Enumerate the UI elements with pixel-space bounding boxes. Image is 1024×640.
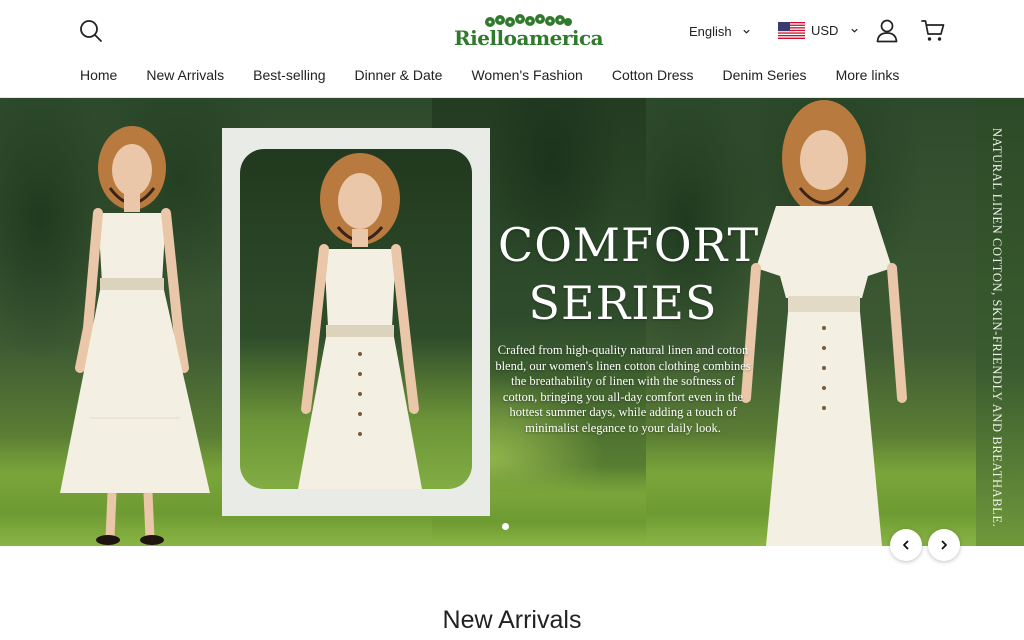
currency-selector[interactable]: USD (778, 22, 859, 39)
language-label: English (689, 24, 732, 39)
hero-description: Crafted from high-quality natural linen … (495, 343, 751, 435)
hero-side-text: NATURAL LINEN COTTON, SKIN-FRIENDLY AND … (990, 128, 1004, 528)
cart-button[interactable] (920, 18, 946, 44)
hero-frame (222, 128, 490, 516)
model-figure-right (741, 100, 907, 546)
nav-item-womens-fashion[interactable]: Women's Fashion (471, 67, 582, 83)
search-button[interactable] (78, 18, 104, 44)
currency-label: USD (811, 23, 839, 38)
logo[interactable]: Rielloamerica (452, 12, 604, 52)
hero-banner[interactable]: COMFORT SERIES Crafted from high-quality… (0, 98, 1024, 546)
model-figure-center (298, 153, 422, 489)
carousel-next-button[interactable] (928, 529, 960, 561)
chevron-left-icon (903, 540, 909, 550)
nav-item-more-links[interactable]: More links (836, 67, 900, 83)
cart-icon (921, 20, 945, 41)
us-flag-icon (778, 22, 805, 39)
carousel-prev-button[interactable] (890, 529, 922, 561)
language-selector[interactable]: English (689, 24, 751, 39)
hero-frame-photo (240, 149, 472, 489)
carousel-dot[interactable] (502, 523, 509, 530)
nav-item-home[interactable]: Home (80, 67, 117, 83)
site-header: Rielloamerica English USD Home New Arriv… (0, 0, 1024, 98)
hero-title: COMFORT SERIES (498, 216, 760, 332)
chevron-down-icon (851, 28, 859, 33)
user-icon (876, 19, 898, 43)
chevron-down-icon (743, 29, 750, 34)
nav-item-new-arrivals[interactable]: New Arrivals (146, 67, 224, 83)
chevron-right-icon (941, 540, 947, 550)
nav-item-denim-series[interactable]: Denim Series (723, 67, 807, 83)
nav-item-cotton-dress[interactable]: Cotton Dress (612, 67, 694, 83)
hero-title-line1: COMFORT (498, 218, 760, 272)
search-icon (80, 20, 102, 42)
main-nav: Home New Arrivals Best-selling Dinner & … (80, 67, 899, 83)
nav-item-dinner-date[interactable]: Dinner & Date (355, 67, 443, 83)
account-button[interactable] (875, 18, 899, 44)
logo-text: Rielloamerica (454, 26, 604, 50)
model-figure-left (60, 126, 210, 545)
nav-item-best-selling[interactable]: Best-selling (253, 67, 325, 83)
hero-title-line2: SERIES (528, 276, 718, 330)
section-title: New Arrivals (442, 606, 582, 634)
